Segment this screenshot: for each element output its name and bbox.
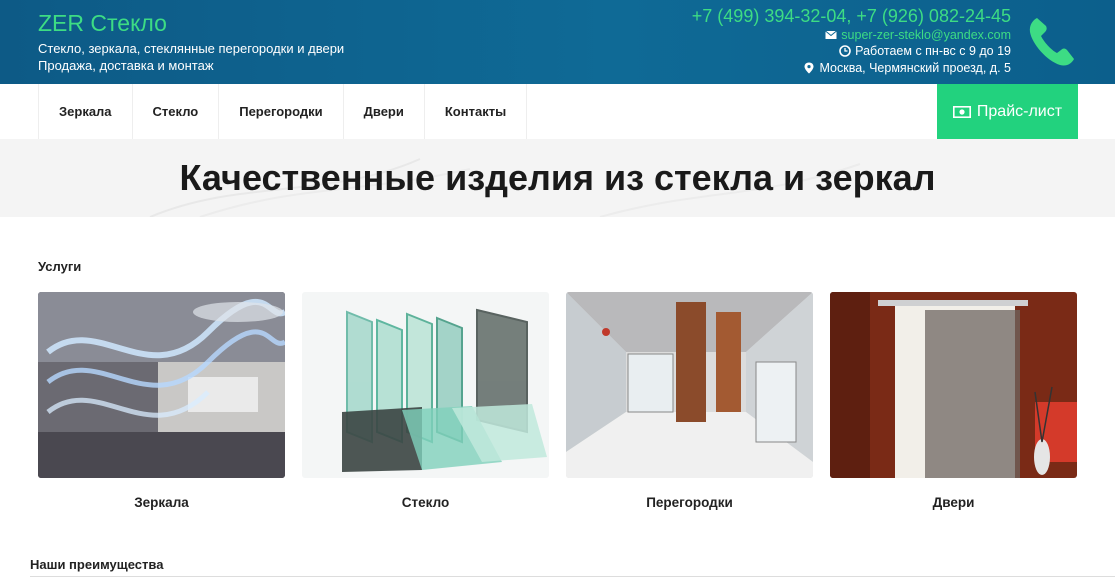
- mirrors-image[interactable]: [38, 292, 285, 478]
- nav-item-mirrors[interactable]: Зеркала: [38, 84, 132, 139]
- nav-item-partitions[interactable]: Перегородки: [218, 84, 342, 139]
- partitions-image[interactable]: [566, 292, 813, 478]
- nav-item-doors[interactable]: Двери: [342, 84, 424, 139]
- hero-banner: Качественные изделия из стекла и зеркал: [0, 139, 1115, 217]
- address-text: Москва, Чермянский проезд, д. 5: [819, 61, 1011, 75]
- divider: [30, 576, 1115, 577]
- tagline-products: Стекло, зеркала, стеклянные перегородки …: [38, 41, 345, 56]
- nav-item-contacts[interactable]: Контакты: [423, 84, 528, 139]
- service-card-doors[interactable]: Двери: [830, 292, 1077, 510]
- service-label-glass[interactable]: Стекло: [302, 495, 549, 510]
- phone-icon[interactable]: [1027, 14, 1079, 68]
- tagline-services: Продажа, доставка и монтаж: [38, 58, 214, 73]
- hours-line: Работаем с пн-вс с 9 до 19: [839, 44, 1011, 58]
- service-label-doors[interactable]: Двери: [830, 495, 1077, 510]
- service-label-mirrors[interactable]: Зеркала: [38, 495, 285, 510]
- email-line[interactable]: super-zer-steklo@yandex.com: [825, 28, 1011, 42]
- money-icon: [952, 105, 971, 118]
- service-label-partitions[interactable]: Перегородки: [566, 495, 813, 510]
- brand-logo[interactable]: ZER Стекло: [38, 10, 167, 37]
- glass-image[interactable]: [302, 292, 549, 478]
- service-card-glass[interactable]: Стекло: [302, 292, 549, 510]
- doors-image[interactable]: [830, 292, 1077, 478]
- service-card-partitions[interactable]: Перегородки: [566, 292, 813, 510]
- clock-icon: [839, 45, 851, 57]
- service-card-mirrors[interactable]: Зеркала: [38, 292, 285, 510]
- hours-text: Работаем с пн-вс с 9 до 19: [855, 44, 1011, 58]
- site-header: ZER Стекло Стекло, зеркала, стеклянные п…: [0, 0, 1115, 84]
- map-marker-icon: [804, 62, 814, 74]
- phone-numbers[interactable]: +7 (499) 394-32-04, +7 (926) 082-24-45: [692, 6, 1011, 27]
- main-nav: Зеркала Стекло Перегородки Двери Контакт…: [38, 84, 528, 139]
- envelope-icon: [825, 30, 838, 39]
- price-list-button[interactable]: Прайс-лист: [937, 84, 1078, 139]
- email-link[interactable]: super-zer-steklo@yandex.com: [841, 28, 1011, 42]
- nav-item-glass[interactable]: Стекло: [131, 84, 219, 139]
- address-line: Москва, Чермянский проезд, д. 5: [803, 61, 1011, 75]
- page-title: Качественные изделия из стекла и зеркал: [179, 157, 936, 198]
- advantages-heading: Наши преимущества: [30, 557, 164, 572]
- services-heading: Услуги: [38, 259, 82, 274]
- price-list-label: Прайс-лист: [976, 102, 1063, 120]
